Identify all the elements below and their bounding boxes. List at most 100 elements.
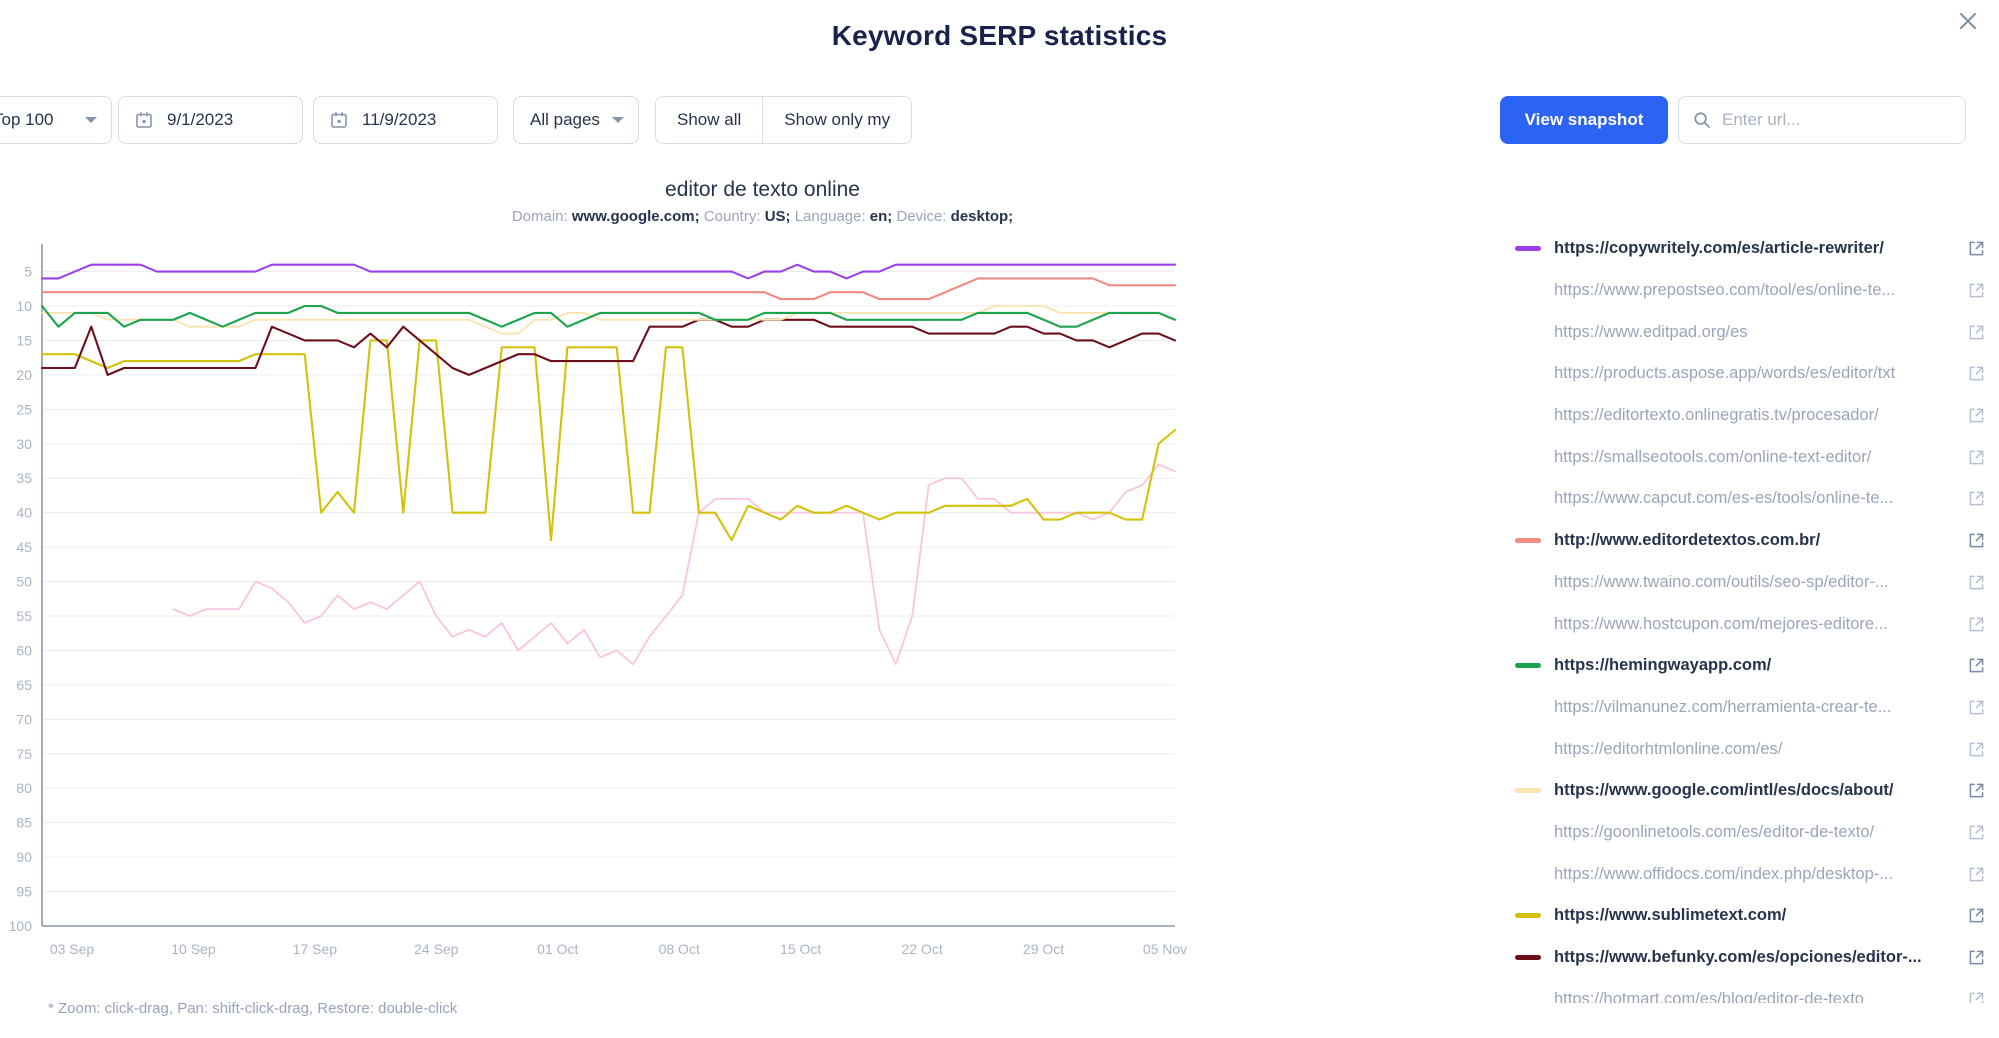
external-link-icon[interactable] [1959, 824, 1985, 841]
external-link-icon[interactable] [1959, 240, 1985, 257]
external-link-icon[interactable] [1959, 616, 1985, 633]
visibility-toggle-group: Show all Show only my [655, 96, 913, 144]
search-input[interactable] [1722, 110, 1951, 130]
legend-item[interactable]: https://www.twaino.com/outils/seo-sp/edi… [1515, 562, 1985, 604]
view-snapshot-button[interactable]: View snapshot [1500, 96, 1668, 144]
legend-item[interactable]: https://www.prepostseo.com/tool/es/onlin… [1515, 270, 1985, 312]
legend-color-swatch [1515, 788, 1541, 794]
url-search-box[interactable] [1678, 96, 1966, 144]
serp-position-line-chart[interactable]: 5 10 15 20 25 30 35 40 45 50 55 60 65 70 75 80 85 90 95 100… [0, 236, 1525, 976]
legend-item[interactable]: https://hemingwayapp.com/ [1515, 645, 1985, 687]
legend-item-label: https://www.sublimetext.com/ [1554, 906, 1787, 925]
legend-item-label: https://www.capcut.com/es-es/tools/onlin… [1554, 489, 1894, 508]
legend-color-swatch [1515, 246, 1541, 252]
x-axis-tick-label: 29 Oct [1023, 941, 1064, 957]
x-axis-tick-label: 15 Oct [780, 941, 821, 957]
chart-canvas[interactable]: 5 10 15 20 25 30 35 40 45 50 55 60 65 70 75 80 85 90 95 100… [0, 236, 1525, 976]
external-link-icon[interactable] [1959, 574, 1985, 591]
show-only-my-button[interactable]: Show only my [762, 97, 912, 143]
legend-item[interactable]: https://editortexto.onlinegratis.tv/proc… [1515, 395, 1985, 437]
legend-color-swatch [1515, 997, 1541, 1002]
close-icon[interactable] [1951, 4, 1985, 38]
legend-item[interactable]: https://goonlinetools.com/es/editor-de-t… [1515, 812, 1985, 854]
external-link-icon[interactable] [1959, 741, 1985, 758]
external-link-icon[interactable] [1959, 866, 1985, 883]
chart-series-line [40, 339, 1177, 542]
legend-item[interactable]: https://www.google.com/intl/es/docs/abou… [1515, 770, 1985, 812]
legend-item[interactable]: https://products.aspose.app/words/es/edi… [1515, 353, 1985, 395]
external-link-icon[interactable] [1959, 532, 1985, 549]
legend-item[interactable]: http://www.editordetextos.com.br/ [1515, 520, 1985, 562]
legend-item-label: https://www.hostcupon.com/mejores-editor… [1554, 614, 1888, 633]
chart-title: editor de texto online [665, 178, 860, 201]
external-link-icon[interactable] [1959, 699, 1985, 716]
legend-item[interactable]: https://editorhtmlonline.com/es/ [1515, 728, 1985, 770]
show-all-button[interactable]: Show all [656, 97, 763, 143]
y-axis-tick-label: 95 [16, 884, 32, 900]
legend-color-swatch [1515, 622, 1541, 627]
external-link-icon[interactable] [1959, 282, 1985, 299]
legend-item[interactable]: https://www.hostcupon.com/mejores-editor… [1515, 603, 1985, 645]
top-positions-value: Top 100 [0, 110, 54, 129]
country-value: US; [764, 208, 791, 225]
date-from-field[interactable]: 9/1/2023 [118, 96, 303, 144]
legend-item-label: https://www.twaino.com/outils/seo-sp/edi… [1554, 572, 1889, 591]
external-link-icon[interactable] [1959, 657, 1985, 674]
legend-item[interactable]: https://hotmart.com/es/blog/editor-de-te… [1515, 978, 1985, 1003]
y-axis-tick-label: 70 [16, 711, 32, 727]
legend-item[interactable]: https://www.sublimetext.com/ [1515, 895, 1985, 937]
device-label: Device: [896, 208, 947, 225]
y-axis-tick-label: 15 [16, 332, 32, 348]
domain-label: Domain: [511, 208, 568, 225]
legend-item-label: https://hotmart.com/es/blog/editor-de-te… [1554, 989, 1864, 1003]
legend-item[interactable]: https://www.capcut.com/es-es/tools/onlin… [1515, 478, 1985, 520]
y-axis-tick-label: 45 [16, 539, 32, 555]
y-axis-tick-label: 30 [16, 436, 32, 452]
legend-item[interactable]: https://vilmanunez.com/herramienta-crear… [1515, 687, 1985, 729]
external-link-icon[interactable] [1959, 324, 1985, 341]
date-to-field[interactable]: 11/9/2023 [313, 96, 498, 144]
y-axis-tick-label: 55 [16, 608, 32, 624]
legend-item-label: https://goonlinetools.com/es/editor-de-t… [1554, 822, 1875, 841]
legend-color-swatch [1515, 872, 1541, 877]
external-link-icon[interactable] [1959, 782, 1985, 799]
legend-item-label: https://www.prepostseo.com/tool/es/onlin… [1554, 281, 1896, 300]
external-link-icon[interactable] [1959, 490, 1985, 507]
legend-item-label: https://smallseotools.com/online-text-ed… [1554, 447, 1872, 466]
x-axis-tick-label: 22 Oct [901, 941, 942, 957]
legend-color-swatch [1515, 747, 1541, 752]
legend-item-label: http://www.editordetextos.com.br/ [1554, 531, 1821, 550]
legend-item-label: https://hemingwayapp.com/ [1554, 656, 1772, 675]
external-link-icon[interactable] [1959, 365, 1985, 382]
chart-legend[interactable]: https://copywritely.com/es/article-rewri… [1515, 228, 1985, 1003]
filter-toolbar: Top 100 9/1/2023 11/9/2023 All pages Sho… [0, 96, 1999, 144]
chart-series-line [172, 463, 1176, 666]
external-link-icon[interactable] [1959, 949, 1985, 966]
legend-color-swatch [1515, 288, 1541, 293]
x-axis-tick-label: 03 Sep [50, 941, 95, 957]
legend-item[interactable]: https://www.offidocs.com/index.php/deskt… [1515, 853, 1985, 895]
legend-item[interactable]: https://smallseotools.com/online-text-ed… [1515, 436, 1985, 478]
serp-statistics-modal: Keyword SERP statistics Top 100 9/1/2023… [0, 0, 1999, 1038]
legend-color-swatch [1515, 371, 1541, 376]
external-link-icon[interactable] [1959, 449, 1985, 466]
domain-value: www.google.com; [571, 208, 700, 225]
legend-item[interactable]: https://copywritely.com/es/article-rewri… [1515, 228, 1985, 270]
legend-item[interactable]: https://www.befunky.com/es/opciones/edit… [1515, 937, 1985, 979]
legend-item-label: https://www.offidocs.com/index.php/deskt… [1554, 864, 1894, 883]
y-axis-tick-label: 10 [16, 298, 32, 314]
x-axis-tick-label: 24 Sep [414, 941, 459, 957]
external-link-icon[interactable] [1959, 907, 1985, 924]
chevron-down-icon [612, 117, 624, 123]
x-axis-tick-label: 08 Oct [659, 941, 700, 957]
external-link-icon[interactable] [1959, 407, 1985, 424]
device-value: desktop; [950, 208, 1014, 225]
top-positions-dropdown[interactable]: Top 100 [0, 96, 112, 144]
legend-item[interactable]: https://www.editpad.org/es [1515, 311, 1985, 353]
y-axis-tick-label: 35 [16, 470, 32, 486]
page-title: Keyword SERP statistics [831, 20, 1168, 51]
pages-filter-dropdown[interactable]: All pages [513, 96, 639, 144]
chevron-down-icon [85, 117, 97, 123]
legend-item-label: https://copywritely.com/es/article-rewri… [1554, 239, 1884, 258]
external-link-icon[interactable] [1959, 991, 1985, 1003]
